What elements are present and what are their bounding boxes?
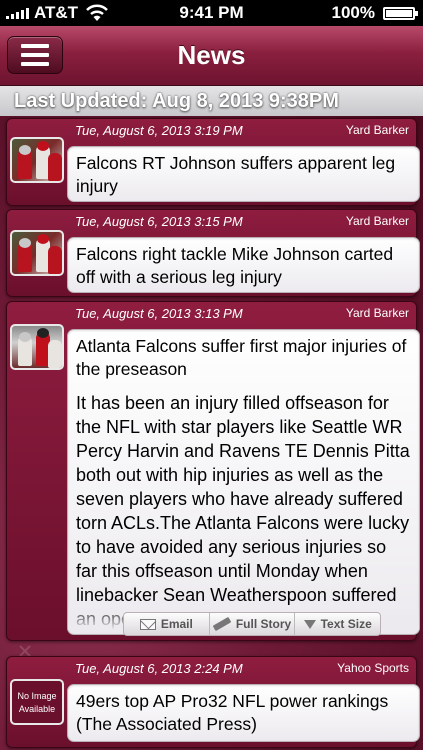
news-item[interactable]: Tue, August 6, 2013 3:19 PM Yard Barker … [6, 118, 420, 206]
article-headline: Atlanta Falcons suffer first major injur… [76, 336, 407, 379]
full-story-button[interactable]: Full Story [210, 613, 296, 635]
article-headline: Falcons right tackle Mike Johnson carted… [76, 244, 394, 287]
status-bar: AT&T 9:41 PM 100% [0, 0, 423, 26]
article-body: It has been an injury filled offseason f… [76, 393, 410, 629]
article-date: Tue, August 6, 2013 3:13 PM [75, 306, 243, 321]
no-image-placeholder: No Image Available [10, 679, 64, 725]
article-thumbnail [10, 230, 64, 276]
article-date: Tue, August 6, 2013 3:15 PM [75, 214, 243, 229]
article-source: Yard Barker [345, 214, 409, 228]
email-label: Email [160, 617, 193, 631]
news-item[interactable]: Tue, August 6, 2013 3:15 PM Yard Barker … [6, 209, 420, 297]
article-source: Yard Barker [345, 123, 409, 137]
page-title: News [177, 40, 246, 70]
text-size-icon [303, 619, 316, 629]
email-icon [139, 618, 156, 630]
battery-icon [383, 7, 418, 20]
email-button[interactable]: Email [124, 613, 210, 635]
article-date: Tue, August 6, 2013 2:24 PM [75, 661, 243, 676]
article-detail-bubble[interactable]: Atlanta Falcons suffer first major injur… [67, 329, 420, 635]
article-headline-bubble[interactable]: Falcons RT Johnson suffers apparent leg … [67, 146, 420, 202]
news-feed[interactable]: Tue, August 6, 2013 3:19 PM Yard Barker … [0, 116, 423, 750]
battery-percent: 100% [331, 3, 375, 22]
text-size-label: Text Size [320, 617, 372, 631]
last-updated-banner: Last Updated: Aug 8, 2013 9:38PM [0, 86, 423, 116]
article-headline-bubble[interactable]: Falcons right tackle Mike Johnson carted… [67, 237, 420, 293]
article-toolbar: Email Full Story Text Size [123, 612, 381, 636]
article-thumbnail [10, 137, 64, 183]
article-thumbnail [10, 324, 64, 370]
nav-bar: News [0, 26, 423, 86]
article-date: Tue, August 6, 2013 3:19 PM [75, 123, 243, 138]
article-source: Yard Barker [345, 306, 409, 320]
article-headline: 49ers top AP Pro32 NFL power rankings (T… [76, 691, 389, 734]
text-size-button[interactable]: Text Size [295, 613, 380, 635]
article-headline: Falcons RT Johnson suffers apparent leg … [76, 153, 396, 196]
article-source: Yahoo Sports [337, 661, 409, 675]
news-item[interactable]: Tue, August 6, 2013 2:24 PM Yahoo Sports… [6, 656, 420, 748]
article-headline-bubble[interactable]: 49ers top AP Pro32 NFL power rankings (T… [67, 684, 420, 742]
full-story-label: Full Story [235, 617, 292, 631]
news-item-expanded[interactable]: Tue, August 6, 2013 3:13 PM Yard Barker … [6, 301, 420, 641]
pencil-icon [212, 616, 232, 632]
